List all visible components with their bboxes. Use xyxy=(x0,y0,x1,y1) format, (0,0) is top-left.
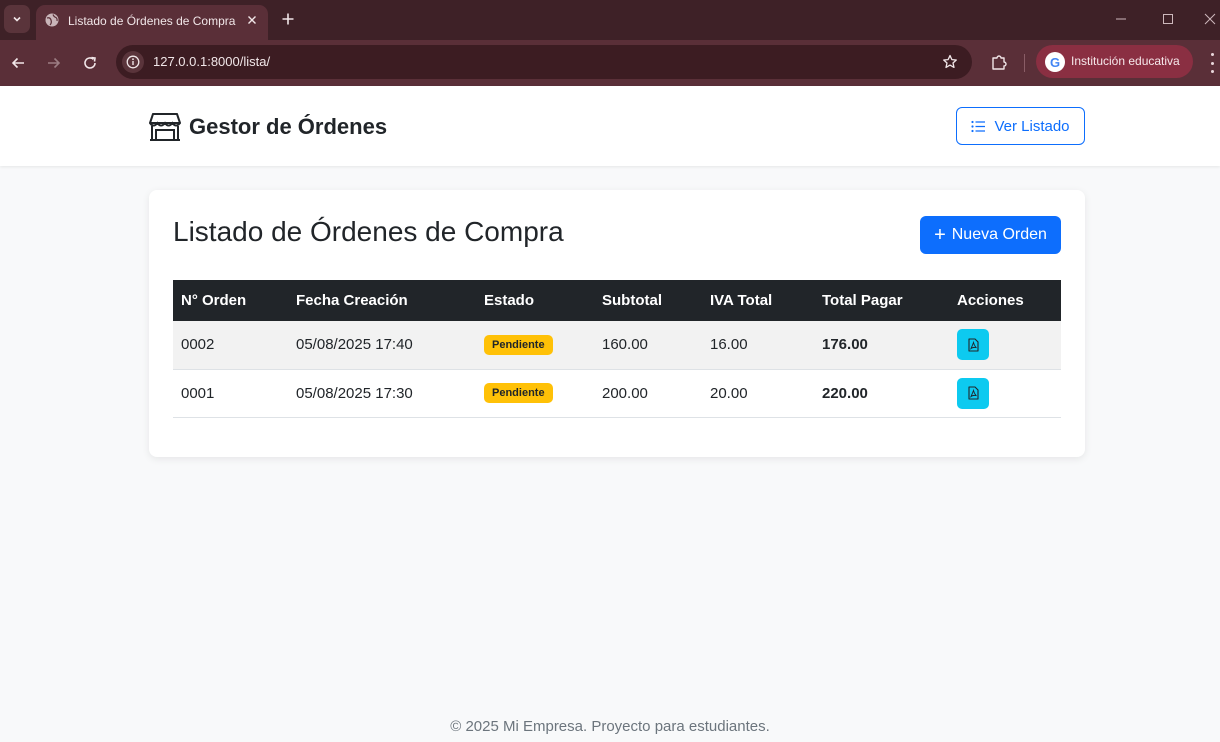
status-badge: Pendiente xyxy=(484,334,553,355)
globe-icon xyxy=(44,12,60,33)
cell-acciones xyxy=(949,321,1061,370)
puzzle-icon xyxy=(992,55,1007,70)
reload-button[interactable] xyxy=(78,51,102,75)
header-subtotal: Subtotal xyxy=(602,292,662,309)
maximize-button[interactable] xyxy=(1155,8,1181,30)
cell-total: 176.00 xyxy=(814,321,949,370)
status-badge: Pendiente xyxy=(484,383,553,403)
site-navbar: Gestor de Órdenes Ver Listado xyxy=(0,86,1220,166)
header-estado: Estado xyxy=(484,292,535,309)
tab-search-button[interactable] xyxy=(4,5,30,33)
table-header-row: N° Orden Fecha Creación Estado Subtotal … xyxy=(173,280,1061,321)
arrow-left-icon xyxy=(11,57,24,69)
header-fecha: Fecha Creación xyxy=(296,292,408,309)
minimize-button[interactable] xyxy=(1108,8,1134,30)
header-total: Total Pagar xyxy=(822,292,903,309)
new-order-label: Nueva Orden xyxy=(951,226,1047,243)
cell-orden: 0001 xyxy=(173,369,288,418)
cell-estado: Pendiente xyxy=(476,369,594,418)
google-logo-icon: G xyxy=(1045,52,1065,72)
site-info-icon[interactable] xyxy=(122,51,144,73)
address-bar[interactable]: 127.0.0.1:8000/lista/ xyxy=(116,45,972,79)
pdf-button[interactable] xyxy=(957,377,989,409)
table-row: 0002 05/08/2025 17:40 Pendiente 160.00 1… xyxy=(173,321,1061,370)
cell-fecha: 05/08/2025 17:30 xyxy=(288,369,476,418)
new-order-button[interactable]: + Nueva Orden xyxy=(920,216,1061,254)
orders-table: N° Orden Fecha Creación Estado Subtotal … xyxy=(173,280,1061,418)
browser-menu-icon[interactable] xyxy=(1205,53,1219,73)
cell-iva: 16.00 xyxy=(702,321,814,370)
file-pdf-icon xyxy=(967,338,979,352)
brand-text: Gestor de Órdenes xyxy=(189,114,388,139)
reload-icon xyxy=(84,56,96,69)
cell-acciones xyxy=(949,369,1061,418)
pdf-button[interactable] xyxy=(957,329,989,361)
profile-chip[interactable]: G Institución educativa xyxy=(1036,45,1193,78)
profile-label: Institución educativa xyxy=(1071,54,1180,68)
minimize-icon xyxy=(1116,18,1126,20)
back-button[interactable] xyxy=(6,51,30,75)
new-tab-button[interactable] xyxy=(277,8,299,30)
cell-subtotal: 160.00 xyxy=(594,321,702,370)
cell-total: 220.00 xyxy=(814,369,949,418)
close-tab-icon[interactable] xyxy=(243,11,261,29)
orders-card: Listado de Órdenes de Compra + Nueva Ord… xyxy=(149,190,1085,457)
file-pdf-icon xyxy=(967,386,979,400)
cell-orden: 0002 xyxy=(173,321,288,370)
cell-fecha: 05/08/2025 17:40 xyxy=(288,321,476,370)
plus-icon: + xyxy=(934,224,946,246)
plus-icon xyxy=(282,13,294,25)
brand[interactable]: Gestor de Órdenes xyxy=(148,111,387,143)
ver-listado-label: Ver Listado xyxy=(994,117,1070,135)
close-window-button[interactable] xyxy=(1200,8,1220,30)
shop-icon xyxy=(149,113,181,141)
cell-iva: 20.00 xyxy=(702,369,814,418)
extensions-button[interactable] xyxy=(988,51,1010,73)
browser-tab-strip: Listado de Órdenes de Compra xyxy=(0,0,1220,40)
arrow-right-icon xyxy=(48,57,61,69)
header-orden: N° Orden xyxy=(181,292,247,309)
header-iva: IVA Total xyxy=(710,292,773,309)
bookmark-star-icon[interactable] xyxy=(940,52,960,72)
footer-text: © 2025 Mi Empresa. Proyecto para estudia… xyxy=(450,718,770,735)
browser-toolbar: 127.0.0.1:8000/lista/ G Institución educ… xyxy=(0,40,1220,86)
table-row: 0001 05/08/2025 17:30 Pendiente 200.00 2… xyxy=(173,369,1061,418)
list-icon xyxy=(971,120,986,132)
maximize-icon xyxy=(1163,14,1173,24)
cell-estado: Pendiente xyxy=(476,321,594,370)
cell-subtotal: 200.00 xyxy=(594,369,702,418)
chevron-down-icon xyxy=(13,16,21,22)
browser-tab[interactable]: Listado de Órdenes de Compra xyxy=(36,5,268,40)
page-title: Listado de Órdenes de Compra xyxy=(173,216,564,247)
tab-title: Listado de Órdenes de Compra xyxy=(68,14,236,28)
forward-button[interactable] xyxy=(42,51,66,75)
url-text[interactable]: 127.0.0.1:8000/lista/ xyxy=(153,54,270,69)
header-acciones: Acciones xyxy=(957,292,1024,309)
ver-listado-button[interactable]: Ver Listado xyxy=(956,107,1085,145)
close-icon xyxy=(1204,13,1216,25)
toolbar-divider xyxy=(1024,54,1025,72)
